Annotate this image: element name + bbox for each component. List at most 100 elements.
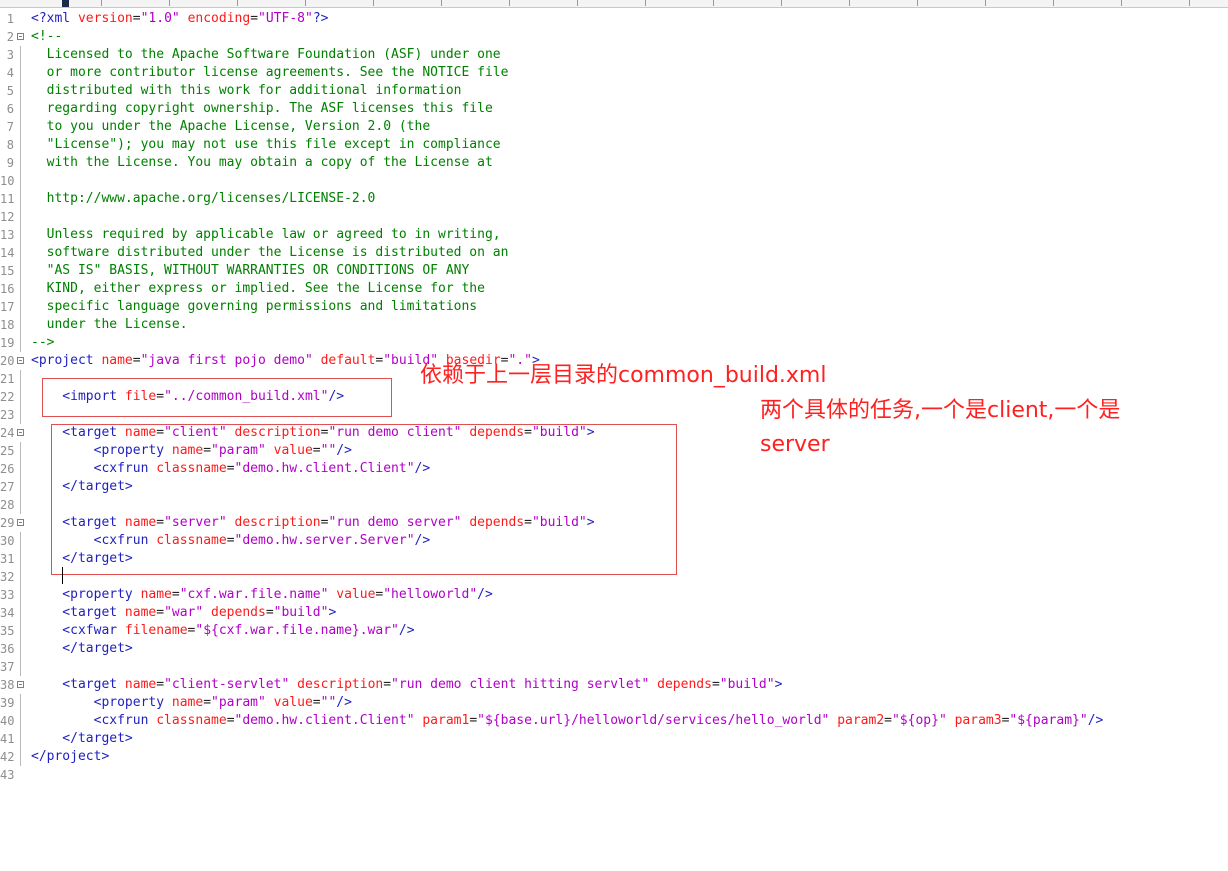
code-line[interactable]: 15 "AS IS" BASIS, WITHOUT WARRANTIES OR … xyxy=(0,262,1228,280)
line-number: 32 xyxy=(0,570,15,584)
code-token: version xyxy=(77,11,133,26)
ruler-tick xyxy=(985,0,986,6)
code-line[interactable]: 42 </project> xyxy=(0,748,1228,766)
ruler-tick xyxy=(1053,0,1054,6)
line-number: 25 xyxy=(0,444,15,458)
code-token: </target> xyxy=(31,731,133,746)
fold-guide xyxy=(20,730,21,748)
code-text: KIND, either express or implied. See the… xyxy=(31,280,485,298)
fold-toggle-icon[interactable] xyxy=(17,429,24,436)
code-line[interactable]: 41 </target> xyxy=(0,730,1228,748)
code-text: software distributed under the License i… xyxy=(31,244,509,262)
ruler-tick xyxy=(1121,0,1122,6)
line-number: 10 xyxy=(0,174,15,188)
fold-toggle-icon[interactable] xyxy=(17,357,24,364)
code-line[interactable]: 17 specific language governing permissio… xyxy=(0,298,1228,316)
code-line[interactable]: 7 to you under the Apache License, Versi… xyxy=(0,118,1228,136)
code-token: name xyxy=(124,605,157,620)
code-line[interactable]: 43 xyxy=(0,766,1228,784)
fold-guide xyxy=(20,334,21,352)
code-token: under the License. xyxy=(31,317,188,332)
code-token: param3 xyxy=(954,713,1002,728)
fold-toggle-icon[interactable] xyxy=(17,519,24,526)
ruler-tick xyxy=(713,0,714,6)
code-line[interactable]: 12 xyxy=(0,208,1228,226)
code-token: default xyxy=(320,353,376,368)
code-token: http://www.apache.org/licenses/LICENSE-2… xyxy=(31,191,376,206)
line-number: 28 xyxy=(0,498,15,512)
code-text: "AS IS" BASIS, WITHOUT WARRANTIES OR CON… xyxy=(31,262,470,280)
code-line[interactable]: 14 software distributed under the Licens… xyxy=(0,244,1228,262)
code-line[interactable]: 38 <target name="client-servlet" descrip… xyxy=(0,676,1228,694)
line-number: 30 xyxy=(0,534,15,548)
code-line[interactable]: 34 <target name="war" depends="build"> xyxy=(0,604,1228,622)
code-line[interactable]: 40 <cxfrun classname="demo.hw.client.Cli… xyxy=(0,712,1228,730)
code-token: name xyxy=(124,677,157,692)
code-token: specific language governing permissions … xyxy=(31,299,478,314)
code-line[interactable]: 3 Licensed to the Apache Software Founda… xyxy=(0,46,1228,64)
code-line[interactable]: 39 <property name="param" value=""/> xyxy=(0,694,1228,712)
code-token: Licensed to the Apache Software Foundati… xyxy=(31,47,501,62)
line-number: 3 xyxy=(6,48,14,62)
code-line[interactable]: 16 KIND, either express or implied. See … xyxy=(0,280,1228,298)
code-line[interactable]: 19 --> xyxy=(0,334,1228,352)
code-line[interactable]: 5 distributed with this work for additio… xyxy=(0,82,1228,100)
fold-guide xyxy=(20,226,21,244)
code-text: to you under the Apache License, Version… xyxy=(31,118,431,136)
code-token: /> xyxy=(336,695,352,710)
fold-guide xyxy=(20,460,21,478)
code-line[interactable]: 1 <?xml version="1.0" encoding="UTF-8"?> xyxy=(0,10,1228,28)
code-line[interactable]: 18 under the License. xyxy=(0,316,1228,334)
code-token: <target xyxy=(31,605,125,620)
line-number: 42 xyxy=(0,750,15,764)
code-token: <?xml xyxy=(31,11,78,26)
code-token: "UTF-8" xyxy=(258,11,313,26)
line-number: 41 xyxy=(0,732,15,746)
code-line[interactable]: 37 xyxy=(0,658,1228,676)
code-token: "helloworld" xyxy=(383,587,478,602)
code-text: under the License. xyxy=(31,316,188,334)
code-line[interactable]: 35 <cxfwar filename="${cxf.war.file.name… xyxy=(0,622,1228,640)
code-token: description xyxy=(297,677,384,692)
targets-annotation-line2: server xyxy=(760,432,830,457)
code-line[interactable]: 36 </target> xyxy=(0,640,1228,658)
code-line[interactable]: 8 "License"); you may not use this file … xyxy=(0,136,1228,154)
code-token: name xyxy=(101,353,133,368)
code-line[interactable]: 9 with the License. You may obtain a cop… xyxy=(0,154,1228,172)
code-token: Unless required by applicable law or agr… xyxy=(31,227,501,242)
code-token: = xyxy=(132,353,141,368)
ruler-tick xyxy=(645,0,646,6)
fold-guide xyxy=(20,748,21,766)
code-line[interactable]: 10 xyxy=(0,172,1228,190)
code-token: <cxfrun xyxy=(31,713,157,728)
code-token: or more contributor license agreements. … xyxy=(31,65,509,80)
fold-guide xyxy=(20,604,21,622)
code-token: encoding xyxy=(187,11,251,26)
code-token: "build" xyxy=(273,605,329,620)
code-line[interactable]: 11 http://www.apache.org/licenses/LICENS… xyxy=(0,190,1228,208)
code-token: ?> xyxy=(312,11,329,26)
ruler-tick xyxy=(305,0,306,6)
fold-guide xyxy=(20,262,21,280)
line-number: 29 xyxy=(0,516,15,530)
code-text: <property name="param" value=""/> xyxy=(31,694,352,712)
import-annotation: 依赖于上一层目录的common_build.xml xyxy=(420,363,827,388)
code-token: > xyxy=(774,677,783,692)
fold-guide xyxy=(20,478,21,496)
code-token: "${op}" xyxy=(891,713,947,728)
fold-guide xyxy=(20,118,21,136)
code-line[interactable]: 2 <!-- xyxy=(0,28,1228,46)
code-line[interactable]: 33 <property name="cxf.war.file.name" va… xyxy=(0,586,1228,604)
code-token: "war" xyxy=(164,605,204,620)
code-token: value xyxy=(273,695,313,710)
line-number: 35 xyxy=(0,624,15,638)
code-token: value xyxy=(336,587,376,602)
code-token: = xyxy=(383,677,392,692)
code-line[interactable]: 13 Unless required by applicable law or … xyxy=(0,226,1228,244)
code-line[interactable]: 4 or more contributor license agreements… xyxy=(0,64,1228,82)
fold-toggle-icon[interactable] xyxy=(17,681,24,688)
code-line[interactable]: 6 regarding copyright ownership. The ASF… xyxy=(0,100,1228,118)
fold-toggle-icon[interactable] xyxy=(17,33,24,40)
